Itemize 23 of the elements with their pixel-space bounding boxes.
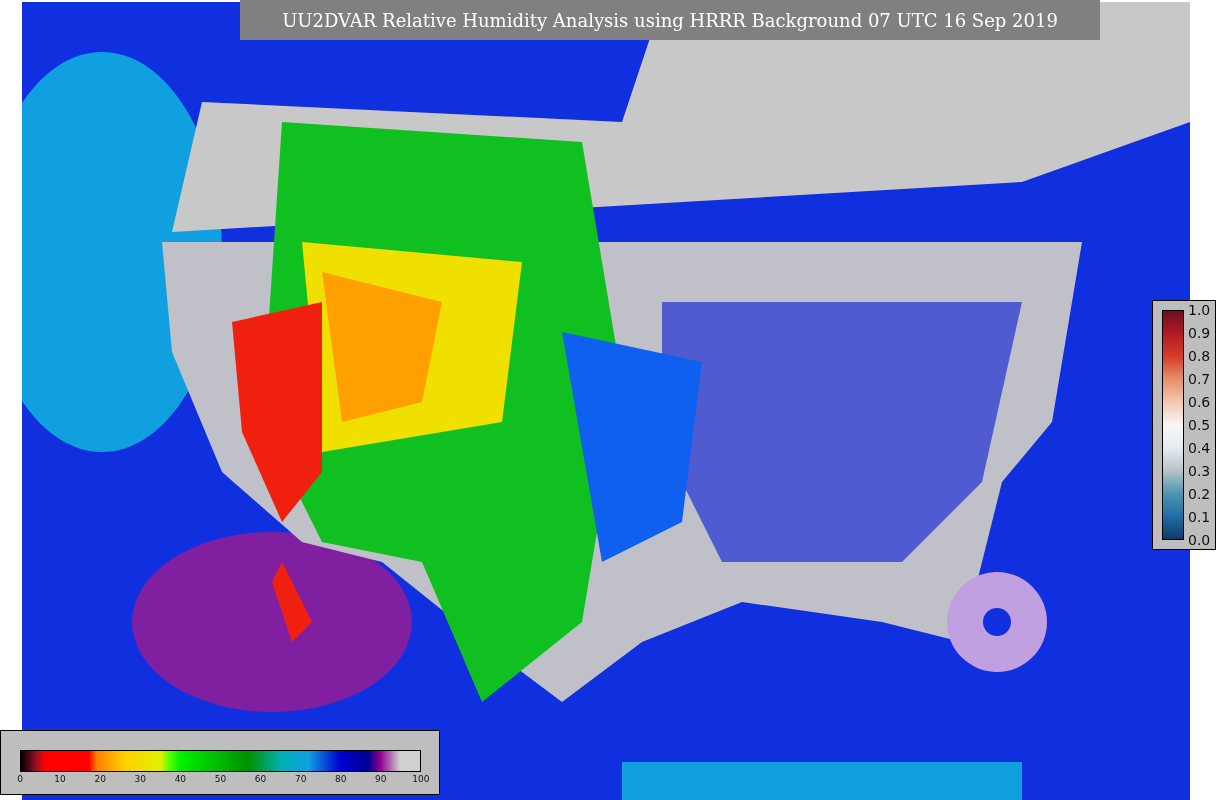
- map-title: UU2DVAR Relative Humidity Analysis using HRRR Background 07 UTC 16 Sep 2019: [240, 0, 1100, 40]
- tick-label: 50: [213, 774, 228, 784]
- tick-label: 0.4: [1188, 441, 1211, 455]
- tick-label: 0.3: [1188, 464, 1211, 478]
- tick-label: 0.1: [1188, 510, 1211, 524]
- tick-label: 90: [374, 774, 388, 784]
- tick-label: 0.9: [1188, 326, 1211, 340]
- tick-label: 0.8: [1188, 349, 1211, 363]
- tick-label: 0.7: [1188, 372, 1211, 386]
- tick-label: 0.5: [1188, 418, 1211, 432]
- tick-label: 70: [293, 774, 308, 784]
- tick-label: 0: [16, 774, 24, 784]
- tick-label: 100: [411, 774, 431, 784]
- tick-label: 10: [53, 774, 67, 784]
- tick-label: 0.2: [1188, 487, 1211, 501]
- tick-label: 40: [173, 774, 188, 784]
- tick-label: 20: [93, 774, 107, 784]
- tick-label: 30: [133, 774, 147, 784]
- tick-label: 60: [253, 774, 268, 784]
- tick-label: 0.0: [1188, 533, 1211, 547]
- tick-label: 0.6: [1188, 395, 1211, 409]
- tick-label: 80: [334, 774, 348, 784]
- tick-label: 1.0: [1188, 303, 1211, 317]
